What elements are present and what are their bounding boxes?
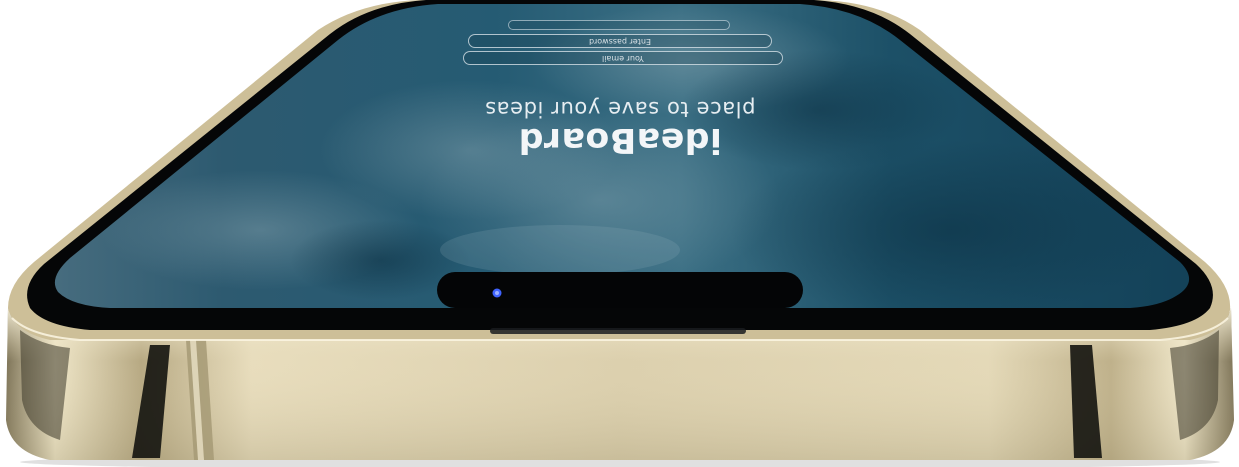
phone-illustration (6, 0, 1234, 467)
app-tagline: place to save your ideas (484, 97, 756, 121)
phone-render-stage: Enter password Your email place to save … (0, 0, 1239, 467)
speaker-slot (490, 328, 746, 334)
password-field[interactable]: Enter password (468, 34, 772, 48)
extra-input-field[interactable] (508, 20, 730, 30)
email-placeholder: Your email (602, 54, 644, 63)
password-placeholder: Enter password (589, 37, 651, 46)
app-title: ideaBoard (518, 120, 722, 160)
dynamic-island (437, 272, 803, 308)
email-field[interactable]: Your email (463, 51, 783, 65)
